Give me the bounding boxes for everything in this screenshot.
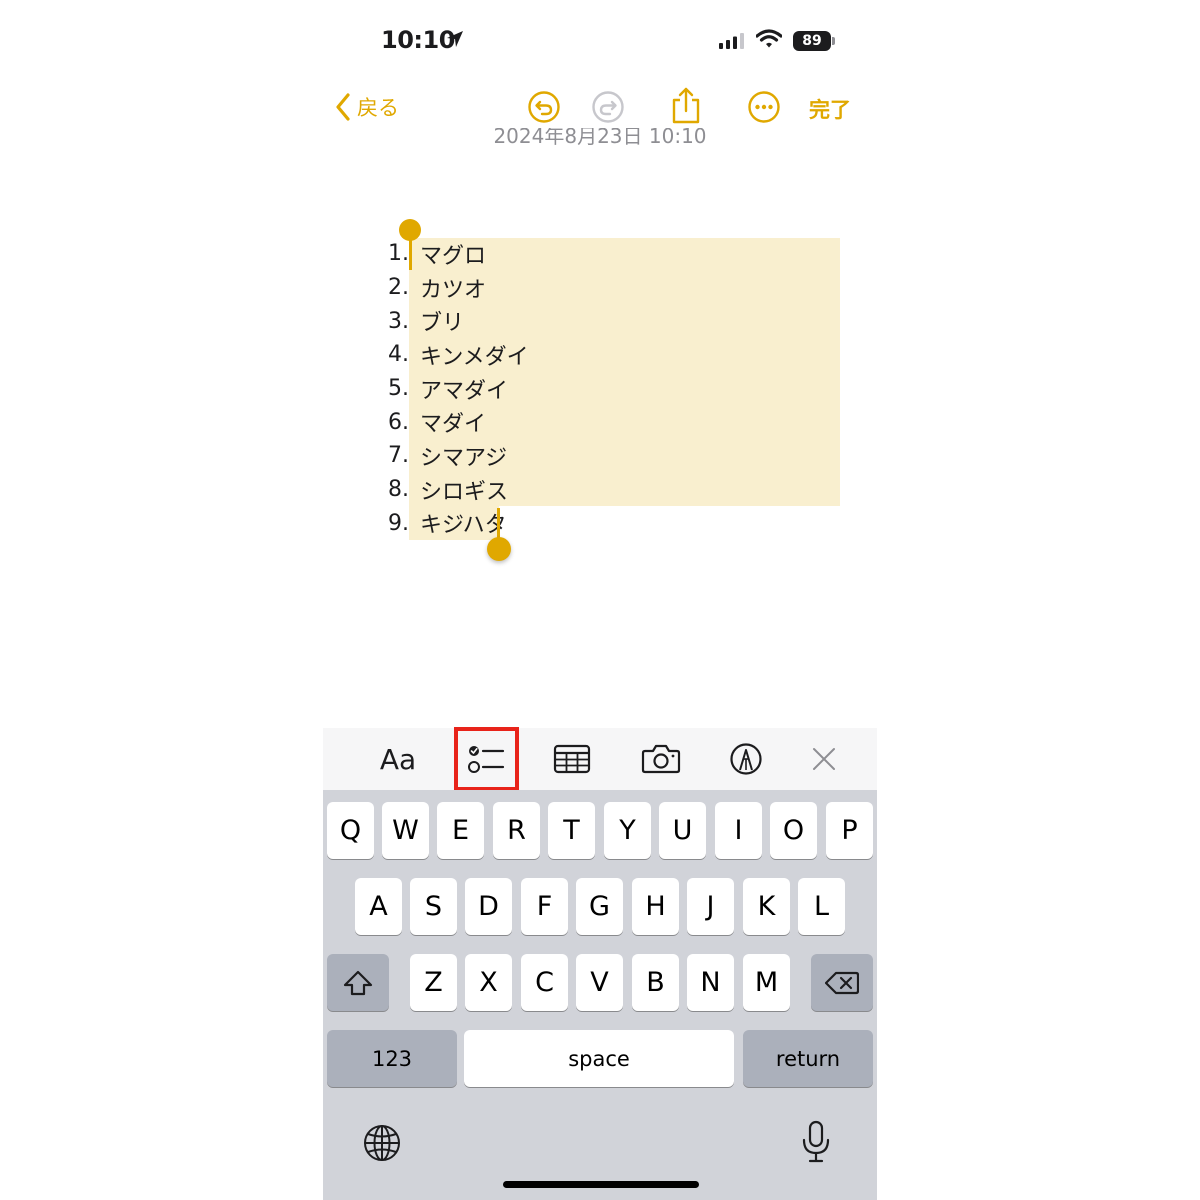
back-button[interactable]: 戻る <box>335 92 399 122</box>
shift-icon <box>343 970 373 995</box>
markup-button[interactable] <box>723 728 769 790</box>
key-g[interactable]: G <box>576 878 623 935</box>
selection-end-handle[interactable] <box>487 537 511 561</box>
status-time: 10:10 <box>381 26 455 54</box>
cellular-signal-icon <box>719 33 744 49</box>
phone-screen: 10:10 89 戻る 完了 2024年8月23日 10:10 1. マグロ 2… <box>323 0 877 1200</box>
list-number: 9. <box>388 510 409 536</box>
list-item[interactable]: 3. ブリ <box>375 304 529 338</box>
key-z[interactable]: Z <box>410 954 457 1011</box>
delete-icon <box>825 971 859 994</box>
key-b[interactable]: B <box>632 954 679 1011</box>
list-item[interactable]: 2. カツオ <box>375 271 529 305</box>
back-label: 戻る <box>357 96 399 120</box>
numbered-list[interactable]: 1. マグロ 2. カツオ 3. ブリ 4. キンメダイ 5. アマダイ 6. マダイ 7.… <box>375 237 529 540</box>
key-l[interactable]: L <box>798 878 845 935</box>
chevron-left-icon <box>336 93 350 121</box>
key-n[interactable]: N <box>687 954 734 1011</box>
space-key[interactable]: space <box>464 1030 734 1087</box>
list-text: キジハタ <box>420 513 507 539</box>
list-text: シロギス <box>420 479 509 505</box>
delete-key[interactable] <box>811 954 873 1011</box>
more-icon[interactable] <box>747 90 781 124</box>
key-u[interactable]: U <box>659 802 706 859</box>
camera-icon <box>641 744 681 774</box>
list-item[interactable]: 6. マダイ <box>375 405 529 439</box>
shift-key[interactable] <box>327 954 389 1011</box>
location-arrow-icon <box>447 31 463 47</box>
list-text: ブリ <box>420 311 465 337</box>
table-button[interactable] <box>547 728 597 790</box>
key-c[interactable]: C <box>521 954 568 1011</box>
home-indicator[interactable] <box>503 1181 699 1188</box>
status-bar: 10:10 89 <box>323 0 877 80</box>
key-o[interactable]: O <box>770 802 817 859</box>
list-item[interactable]: 7. シマアジ <box>375 439 529 473</box>
close-toolbar-button[interactable] <box>803 728 845 790</box>
return-key[interactable]: return <box>743 1030 873 1087</box>
undo-icon[interactable] <box>527 90 561 124</box>
share-icon[interactable] <box>669 86 703 126</box>
key-h[interactable]: H <box>632 878 679 935</box>
list-number: 3. <box>388 308 409 334</box>
microphone-icon[interactable] <box>801 1120 831 1164</box>
key-p[interactable]: P <box>826 802 873 859</box>
camera-button[interactable] <box>637 728 685 790</box>
globe-icon[interactable] <box>363 1124 401 1162</box>
key-e[interactable]: E <box>437 802 484 859</box>
checklist-highlight-annotation <box>454 727 519 791</box>
key-y[interactable]: Y <box>604 802 651 859</box>
list-text: シマアジ <box>420 445 508 471</box>
list-text: カツオ <box>420 277 487 303</box>
list-item[interactable]: 9. キジハタ <box>375 507 529 541</box>
done-button[interactable]: 完了 <box>809 94 851 124</box>
key-x[interactable]: X <box>465 954 512 1011</box>
list-number: 7. <box>388 443 409 469</box>
list-text: キンメダイ <box>420 344 529 370</box>
list-number: 8. <box>388 477 409 503</box>
format-toolbar: Aa <box>323 728 877 790</box>
redo-icon[interactable] <box>591 90 625 124</box>
list-item[interactable]: 4. キンメダイ <box>375 338 529 372</box>
text-format-button[interactable]: Aa <box>371 728 425 790</box>
battery-level: 89 <box>793 31 831 51</box>
list-item[interactable]: 1. マグロ <box>375 237 529 271</box>
battery-tip <box>832 37 835 45</box>
key-r[interactable]: R <box>493 802 540 859</box>
selection-end-caret <box>497 508 500 540</box>
key-v[interactable]: V <box>576 954 623 1011</box>
key-s[interactable]: S <box>410 878 457 935</box>
keyboard: Q W E R T Y U I O P A S D F G H J K L Z … <box>323 790 877 1200</box>
list-item[interactable]: 5. アマダイ <box>375 372 529 406</box>
key-d[interactable]: D <box>465 878 512 935</box>
key-q[interactable]: Q <box>327 802 374 859</box>
list-text: マグロ <box>420 243 487 269</box>
list-number: 1. <box>388 241 409 267</box>
list-number: 6. <box>388 409 409 435</box>
selection-start-caret <box>409 240 412 270</box>
numbers-key[interactable]: 123 <box>327 1030 457 1087</box>
note-date-text: 2024年8月23日 10:10 <box>493 128 707 148</box>
key-a[interactable]: A <box>355 878 402 935</box>
selection-start-handle[interactable] <box>399 219 421 241</box>
key-w[interactable]: W <box>382 802 429 859</box>
key-k[interactable]: K <box>743 878 790 935</box>
wifi-icon <box>756 29 782 48</box>
list-number: 5. <box>388 376 409 402</box>
list-text: アマダイ <box>420 378 509 404</box>
close-icon <box>813 748 835 770</box>
key-m[interactable]: M <box>743 954 790 1011</box>
list-number: 2. <box>388 275 409 301</box>
markup-icon <box>730 743 762 775</box>
table-icon <box>553 744 591 774</box>
key-t[interactable]: T <box>548 802 595 859</box>
key-j[interactable]: J <box>687 878 734 935</box>
key-f[interactable]: F <box>521 878 568 935</box>
list-text: マダイ <box>420 412 487 438</box>
list-number: 4. <box>388 342 409 368</box>
list-item[interactable]: 8. シロギス <box>375 473 529 507</box>
note-date: 2024年8月23日 10:10 <box>323 128 877 150</box>
key-i[interactable]: I <box>715 802 762 859</box>
